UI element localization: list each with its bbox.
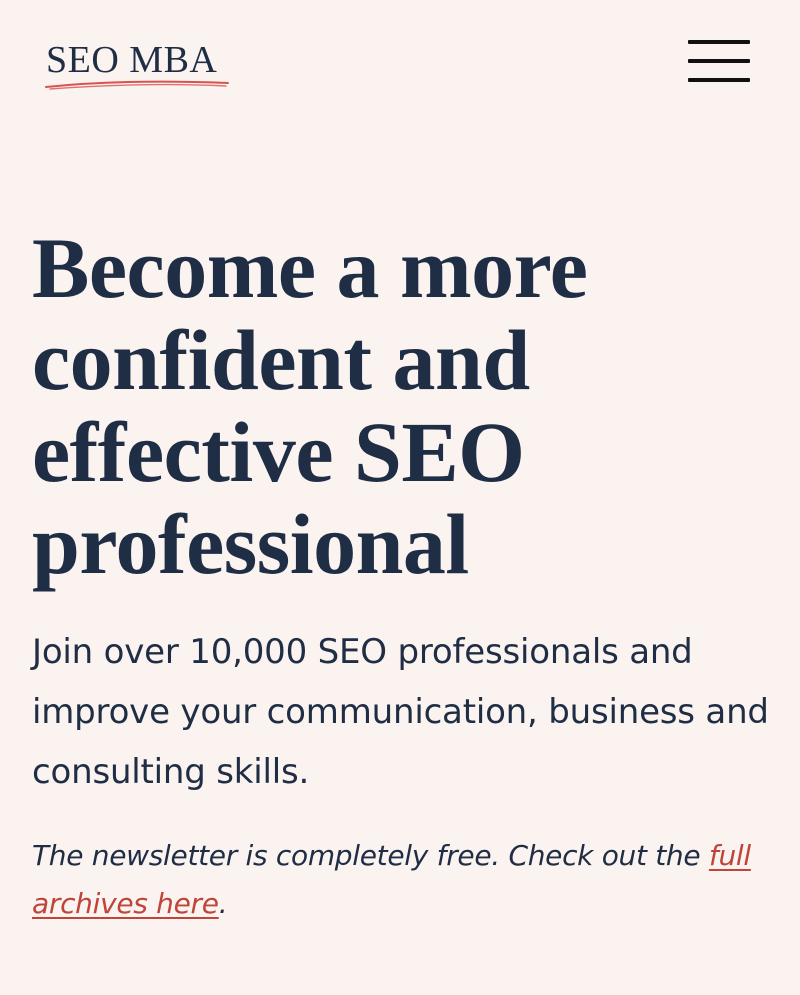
menu-bar-top xyxy=(688,40,750,44)
hero-section: Become a more confident and effective SE… xyxy=(32,222,772,928)
newsletter-note: The newsletter is completely free. Check… xyxy=(32,832,772,928)
headline-line: confident and xyxy=(32,312,530,408)
hero-lede: Join over 10,000 SEO professionals and i… xyxy=(32,632,769,792)
headline-line: Become a more xyxy=(32,220,588,316)
note-suffix: . xyxy=(218,887,228,920)
hero-headline: Become a more confident and effective SE… xyxy=(32,222,772,590)
headline-line: professional xyxy=(32,496,469,592)
menu-bar-middle xyxy=(688,59,750,63)
logo-text: SEO MBA xyxy=(46,39,218,81)
logo-swash-underline xyxy=(45,80,229,90)
menu-bar-bottom xyxy=(688,78,750,82)
headline-line: effective SEO xyxy=(32,404,525,500)
hamburger-menu-icon[interactable] xyxy=(688,38,750,86)
note-prefix: The newsletter is completely free. Check… xyxy=(32,839,709,872)
site-header: SEO MBA xyxy=(0,0,800,130)
site-logo[interactable]: SEO MBA xyxy=(44,38,234,94)
